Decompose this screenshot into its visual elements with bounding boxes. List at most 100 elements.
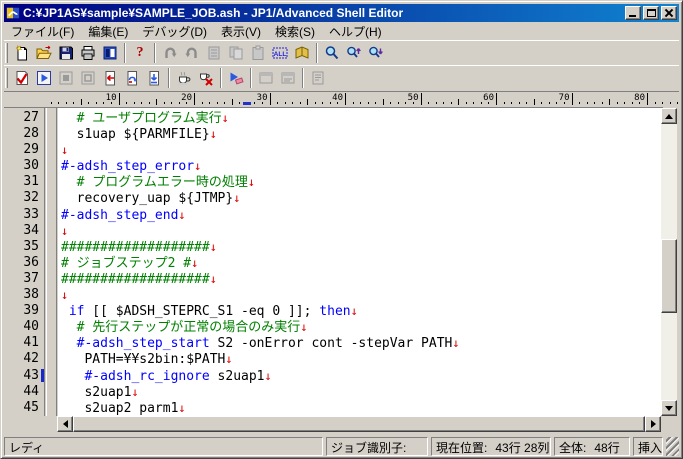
horizontal-scroll-thumb[interactable] — [73, 416, 645, 432]
toolbar-separator — [124, 43, 126, 63]
arrow-left-icon — [63, 420, 68, 428]
menu-item[interactable]: ファイル(F) — [4, 22, 81, 41]
menu-item[interactable]: 表示(V) — [214, 22, 268, 41]
rerun-icon — [102, 70, 118, 86]
run-debug-button[interactable] — [33, 67, 55, 89]
syntax-check-button[interactable] — [11, 67, 33, 89]
code-line[interactable]: #-adsh_step_error↓ — [61, 158, 661, 174]
code-line[interactable]: PATH=¥¥s2bin:$PATH↓ — [61, 351, 661, 367]
open-file-button[interactable] — [33, 42, 55, 64]
code-line[interactable]: ###################↓ — [61, 239, 661, 255]
app-window: C:¥JP1AS¥sample¥SAMPLE_JOB.ash - JP1/Adv… — [0, 0, 683, 459]
new-file-button[interactable] — [11, 42, 33, 64]
stop-button — [55, 67, 77, 89]
vertical-scrollbar[interactable] — [661, 108, 677, 416]
menu-item[interactable]: ヘルプ(H) — [322, 22, 389, 41]
line-number: 31 — [4, 174, 44, 190]
eol-marker: ↓ — [222, 111, 229, 125]
title-bar[interactable]: C:¥JP1AS¥sample¥SAMPLE_JOB.ash - JP1/Adv… — [4, 4, 679, 22]
debug-toolbar — [4, 65, 679, 90]
step-over-button[interactable] — [121, 67, 143, 89]
scroll-down-button[interactable] — [661, 400, 677, 416]
code-line[interactable]: # ユーザプログラム実行↓ — [61, 110, 661, 126]
code-line[interactable]: # プログラムエラー時の処理↓ — [61, 174, 661, 190]
breakpoint-icon — [228, 70, 244, 86]
scroll-up-button[interactable] — [661, 108, 677, 124]
code-line[interactable]: s1uap ${PARMFILE}↓ — [61, 126, 661, 142]
code-line[interactable]: # ジョブステップ2 #↓ — [61, 255, 661, 271]
eol-marker: ↓ — [210, 272, 217, 286]
search-up-button[interactable] — [343, 42, 365, 64]
horizontal-scrollbar[interactable] — [57, 416, 661, 432]
redo-icon — [184, 45, 200, 61]
cursor-position-value: 43行 28列 — [495, 441, 549, 455]
breakpoint-button[interactable] — [225, 67, 247, 89]
code-line[interactable]: ###################↓ — [61, 271, 661, 287]
exit-editor-button[interactable] — [99, 42, 121, 64]
line-number: 37 — [4, 271, 44, 287]
pause-coffee-icon — [176, 70, 192, 86]
maximize-button[interactable] — [643, 6, 659, 20]
help-button[interactable]: ? — [129, 42, 151, 64]
menu-item[interactable]: 編集(E) — [81, 22, 135, 41]
toolbar-separator — [302, 68, 304, 88]
total-lines-value: 48行 — [594, 441, 619, 455]
resize-grip[interactable] — [666, 437, 679, 456]
toolbar-grip[interactable] — [5, 68, 8, 88]
toolbar-grip[interactable] — [5, 43, 8, 63]
close-button[interactable] — [661, 6, 677, 20]
eol-marker: ↓ — [248, 175, 255, 189]
pause-button[interactable] — [173, 67, 195, 89]
vertical-scroll-thumb[interactable] — [661, 239, 677, 313]
code-line[interactable]: s2uap1↓ — [61, 384, 661, 400]
print-button[interactable] — [77, 42, 99, 64]
status-total-lines: 全体:48行 — [554, 437, 630, 456]
cursor-position-label: 現在位置: — [436, 441, 487, 455]
eol-marker: ↓ — [178, 208, 185, 222]
save-button[interactable] — [55, 42, 77, 64]
code-line[interactable]: recovery_uap ${JTMP}↓ — [61, 190, 661, 206]
menu-item[interactable]: デバッグ(D) — [135, 22, 214, 41]
new-file-icon — [14, 45, 30, 61]
continue-button[interactable] — [143, 67, 165, 89]
code-line[interactable]: if [[ $ADSH_STEPRC_S1 -eq 0 ]]; then↓ — [61, 303, 661, 319]
scroll-left-button[interactable] — [57, 416, 73, 432]
code-line[interactable]: ↓ — [61, 223, 661, 239]
paste-button — [247, 42, 269, 64]
continue-icon — [146, 70, 162, 86]
scroll-right-button[interactable] — [645, 416, 661, 432]
search-down-button[interactable] — [365, 42, 387, 64]
maximize-icon — [647, 9, 656, 17]
eol-marker: ↓ — [61, 288, 68, 302]
text-pane[interactable]: # ユーザプログラム実行↓ s1uap ${PARMFILE}↓↓#-adsh_… — [58, 108, 661, 416]
code-line[interactable]: ↓ — [61, 287, 661, 303]
code-line[interactable]: #-adsh_step_end↓ — [61, 207, 661, 223]
pause-cancel-button[interactable] — [195, 67, 217, 89]
undo-icon — [162, 45, 178, 61]
toolbar-separator — [154, 43, 156, 63]
code-line[interactable]: # 先行ステップが正常の場合のみ実行↓ — [61, 319, 661, 335]
code-line[interactable]: s2uap2 parm1↓ — [61, 400, 661, 416]
menu-item[interactable]: 検索(S) — [268, 22, 322, 41]
cut-icon — [206, 45, 222, 61]
minimize-button[interactable] — [625, 6, 641, 20]
code-line[interactable]: #-adsh_step_start S2 -onError cont -step… — [61, 335, 661, 351]
eol-marker: ↓ — [194, 159, 201, 173]
search-button[interactable] — [321, 42, 343, 64]
eol-marker: ↓ — [351, 304, 358, 318]
line-number: 35 — [4, 239, 44, 255]
code-line[interactable]: ↓ — [61, 142, 661, 158]
gutter-margin-strip — [46, 108, 57, 416]
main-toolbar: ? — [4, 40, 679, 65]
paste-icon — [250, 45, 266, 61]
copy-button — [225, 42, 247, 64]
code-line[interactable]: #-adsh_rc_ignore s2uap1↓ — [61, 368, 661, 384]
run-icon — [36, 70, 52, 86]
select-all-button[interactable]: ALL — [269, 42, 291, 64]
rerun-button[interactable] — [99, 67, 121, 89]
dictionary-button[interactable] — [291, 42, 313, 64]
toolbar-separator — [316, 43, 318, 63]
status-insert-mode: 挿入 — [633, 437, 663, 456]
job-identifier-label: ジョブ識別子: — [331, 441, 406, 455]
status-job-identifier: ジョブ識別子: — [326, 437, 428, 456]
